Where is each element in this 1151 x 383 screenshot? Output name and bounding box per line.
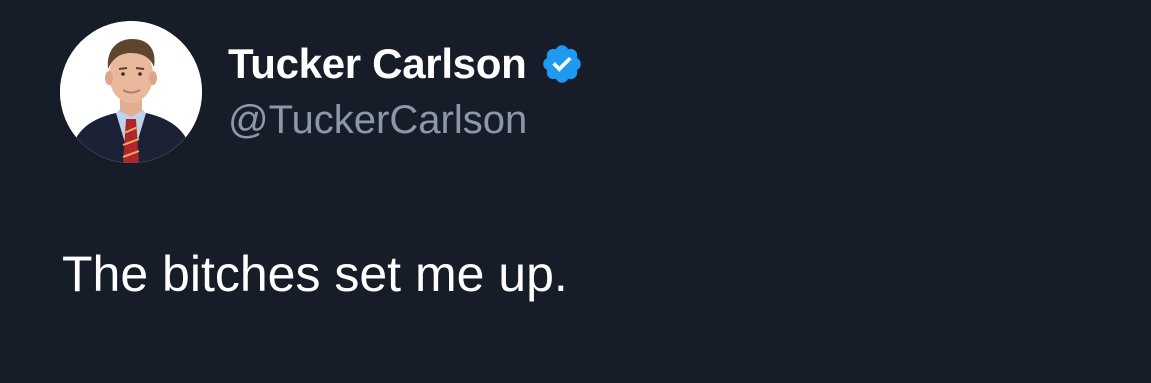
author-avatar[interactable] xyxy=(60,21,202,163)
verified-badge-icon xyxy=(540,42,584,86)
author-name-row: Tucker Carlson xyxy=(228,38,584,90)
author-display-name[interactable]: Tucker Carlson xyxy=(228,40,527,88)
tweet-text: The bitches set me up. xyxy=(62,246,568,302)
tweet-card: Tucker Carlson @TuckerCarlson The bitche… xyxy=(0,0,1151,383)
author-handle[interactable]: @TuckerCarlson xyxy=(228,98,527,143)
avatar-photo-icon xyxy=(60,21,202,163)
